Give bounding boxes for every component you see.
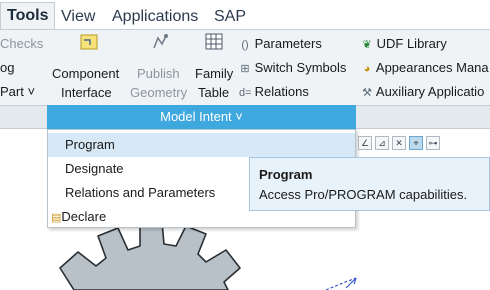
appearances-label: Appearances Mana — [375, 60, 489, 75]
component-interface-label-1: Component — [52, 66, 120, 81]
relations-icon: d= — [239, 87, 252, 99]
family-table-label-2: Table — [198, 85, 230, 100]
family-table-label-1: Family — [195, 66, 234, 81]
checks-button[interactable]: Checks — [0, 36, 43, 51]
switch-symbols-label: Switch Symbols — [254, 60, 347, 75]
declare-icon: ▤ — [51, 212, 62, 224]
family-table-icon — [205, 33, 223, 50]
parameters-icon: () — [241, 39, 249, 51]
tab-tools[interactable]: Tools — [0, 2, 56, 30]
switch-symbols-button[interactable]: ⊞ Switch Symbols — [239, 60, 346, 75]
datum-tool-icon-2[interactable]: ⊿ — [375, 136, 389, 150]
appearances-button[interactable]: ◕ Appearances Mana — [361, 60, 489, 75]
parameters-button[interactable]: () Parameters — [239, 36, 322, 51]
relations-button[interactable]: d= Relations — [239, 84, 309, 99]
datum-tool-icon-5[interactable]: ⊶ — [426, 136, 440, 150]
datum-tool-icon-1[interactable]: ∠ — [358, 136, 372, 150]
udf-library-label: UDF Library — [376, 36, 447, 51]
auxiliary-applications-icon: ⚒ — [362, 87, 372, 99]
udf-library-button[interactable]: ❦ UDF Library — [361, 36, 447, 51]
model-intent-group-button[interactable]: Model Intent ˅ — [47, 105, 356, 129]
publish-geometry-icon — [153, 34, 168, 49]
menu-tab-bar: Tools View Applications SAP — [0, 0, 490, 30]
parameters-label: Parameters — [254, 36, 322, 51]
part-dropdown[interactable]: Part ˅ — [0, 84, 35, 99]
tab-sap[interactable]: SAP — [214, 4, 246, 30]
tab-view[interactable]: View — [61, 4, 95, 30]
ribbon-panel: Checks og Part ˅ Component Interface Pub… — [0, 29, 490, 105]
udf-library-icon: ❦ — [362, 39, 372, 51]
relations-label: Relations — [254, 84, 309, 99]
tab-applications[interactable]: Applications — [112, 4, 198, 30]
datum-tool-icon-4[interactable]: ⌖ — [409, 136, 423, 150]
tooltip-description: Access Pro/PROGRAM capabilities. — [259, 187, 468, 202]
log-button[interactable]: og — [0, 60, 14, 75]
component-interface-label-2: Interface — [61, 85, 112, 100]
declare-label: Declare — [61, 209, 107, 224]
publish-geometry-label-1: Publish — [137, 66, 180, 81]
program-tooltip: Program Access Pro/PROGRAM capabilities. — [249, 157, 490, 211]
auxiliary-applications-label: Auxiliary Applicatio — [375, 84, 485, 99]
menu-item-program[interactable]: Program — [48, 133, 355, 157]
appearances-icon: ◕ — [363, 63, 371, 75]
component-interface-icon — [80, 34, 98, 50]
datum-tool-icon-3[interactable]: ✕ — [392, 136, 406, 150]
auxiliary-applications-button[interactable]: ⚒ Auxiliary Applicatio — [361, 84, 484, 99]
publish-geometry-label-2: Geometry — [130, 85, 188, 100]
tooltip-title: Program — [259, 167, 313, 182]
switch-symbols-icon: ⊞ — [240, 63, 250, 75]
